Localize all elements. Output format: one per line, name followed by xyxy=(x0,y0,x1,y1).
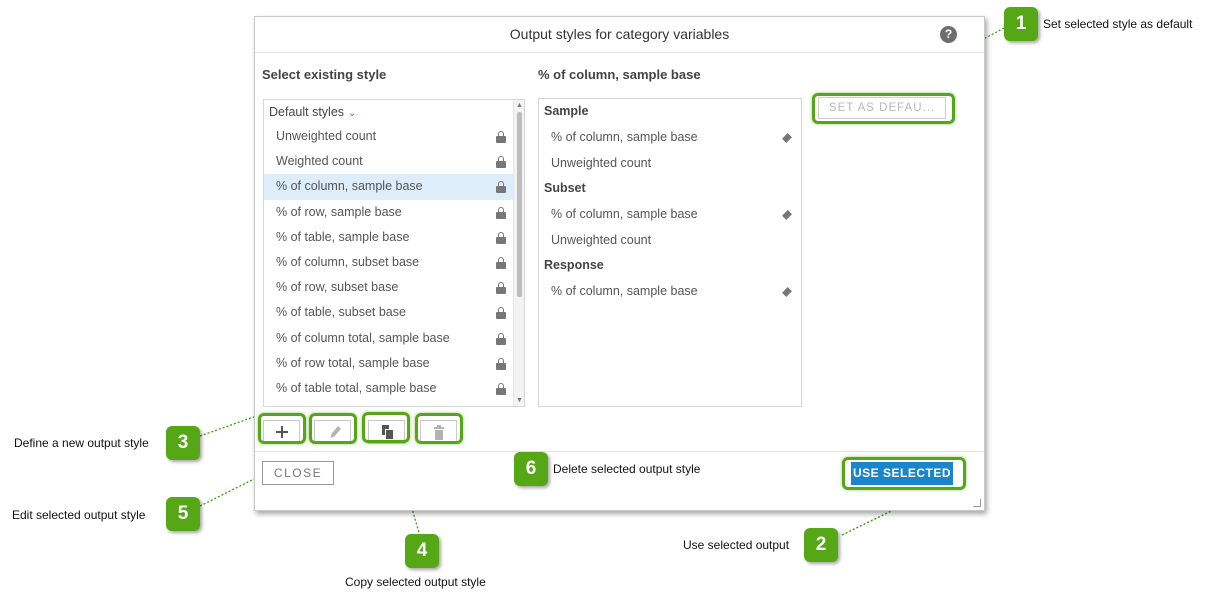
highlight-set-default xyxy=(812,93,955,124)
dialog-footer-divider xyxy=(255,451,984,452)
style-list-item-label: % of table, subset base xyxy=(276,305,406,320)
list-scrollbar[interactable]: ▲ ▼ xyxy=(513,100,524,406)
callout-text-3: Define a new output style xyxy=(14,436,149,450)
callout-badge-3: 3 xyxy=(166,426,200,460)
callout-badge-2: 2 xyxy=(804,528,838,562)
style-list-item[interactable]: % of table, sample base xyxy=(264,225,515,250)
lock-icon xyxy=(496,131,506,143)
style-list-item[interactable]: % of column, sample base xyxy=(264,174,515,200)
style-list-item-label: Weighted count xyxy=(276,154,363,169)
resize-grip-icon[interactable] xyxy=(973,499,981,507)
callout-text-2: Use selected output xyxy=(683,538,790,552)
detail-group-heading: Response xyxy=(544,258,604,272)
lock-icon xyxy=(496,307,506,320)
lock-icon xyxy=(496,156,506,169)
callout-text-6: Delete selected output style xyxy=(553,462,701,476)
lock-icon xyxy=(496,256,506,269)
detail-item: Unweighted count xyxy=(551,232,652,247)
highlight-add xyxy=(258,413,306,444)
detail-item: % of column, sample base xyxy=(551,207,698,221)
style-list-item[interactable]: Weighted count xyxy=(264,149,515,174)
style-list-item-label: % of column total, sample base xyxy=(276,330,450,345)
detail-item: % of column, sample base xyxy=(551,284,698,298)
detail-group-heading: Sample xyxy=(544,104,589,118)
style-list-item-label: % of row, subset base xyxy=(276,280,399,295)
callout-text-1: Set selected style as default xyxy=(1043,17,1193,31)
dialog-header: Output styles for category variables ? xyxy=(255,17,984,53)
lock-icon xyxy=(496,332,506,345)
scroll-up-arrow-icon[interactable]: ▲ xyxy=(514,102,524,109)
group-label: Default styles xyxy=(269,105,345,119)
callout-badge-4: 4 xyxy=(405,534,439,568)
style-list-item-label: % of row, sample base xyxy=(276,204,402,219)
style-list-item-label: % of column, subset base xyxy=(276,254,420,269)
style-list-item-label: % of row total, sample base xyxy=(276,355,430,370)
default-styles-group[interactable]: Default styles ⌄ xyxy=(269,105,356,119)
style-list-item-label: % of table, sample base xyxy=(276,229,410,244)
highlight-edit xyxy=(309,413,357,444)
selected-style-heading: % of column, sample base xyxy=(538,67,701,82)
style-list-item-label: % of column, sample base xyxy=(276,179,423,194)
diamond-marker-icon xyxy=(782,210,792,220)
close-button[interactable]: CLOSE xyxy=(262,461,334,485)
highlight-use-selected xyxy=(842,457,966,490)
style-list-item[interactable]: % of row, sample base xyxy=(264,200,515,225)
lock-icon xyxy=(496,357,506,370)
help-icon[interactable]: ? xyxy=(940,26,957,43)
lock-icon xyxy=(496,282,506,295)
style-list-item-label: Unweighted count xyxy=(276,129,377,143)
lock-icon xyxy=(496,206,506,219)
style-list-item-label: % of table total, sample base xyxy=(276,380,437,395)
lock-icon xyxy=(496,231,506,244)
chevron-down-icon[interactable]: ⌄ xyxy=(348,108,356,119)
lock-icon xyxy=(496,181,506,194)
scrollbar-thumb[interactable] xyxy=(517,112,522,297)
style-list-item[interactable]: % of table total, sample base xyxy=(264,376,515,401)
highlight-copy xyxy=(362,412,410,443)
callout-badge-6: 6 xyxy=(514,452,548,486)
callout-badge-5: 5 xyxy=(166,497,200,531)
style-detail-panel: Sample % of column, sample base Unweighted… xyxy=(538,98,802,407)
diamond-marker-icon xyxy=(782,287,792,297)
leader-line-3 xyxy=(199,413,263,437)
lock-icon xyxy=(496,382,506,395)
dialog-title: Output styles for category variables xyxy=(509,26,730,42)
scroll-down-arrow-icon[interactable]: ▼ xyxy=(514,397,524,404)
style-list-item[interactable]: % of table, subset base xyxy=(264,300,515,325)
detail-item: % of column, sample base xyxy=(551,130,698,144)
style-list-rows: Unweighted count Weighted count % of colum… xyxy=(264,124,515,401)
style-list-item[interactable]: % of column, subset base xyxy=(264,250,515,275)
callout-text-4: Copy selected output style xyxy=(345,575,486,589)
diamond-marker-icon xyxy=(782,133,792,143)
style-list-item[interactable]: % of column total, sample base xyxy=(264,326,515,351)
style-list-item[interactable]: Unweighted count xyxy=(264,124,515,149)
highlight-delete xyxy=(415,413,463,444)
select-existing-style-heading: Select existing style xyxy=(262,67,387,82)
callout-badge-1: 1 xyxy=(1004,7,1038,41)
detail-item: Unweighted count xyxy=(551,155,652,170)
style-list-item[interactable]: % of row total, sample base xyxy=(264,351,515,376)
callout-text-5: Edit selected output style xyxy=(12,508,146,522)
style-list-item[interactable]: % of row, subset base xyxy=(264,275,515,300)
style-list[interactable]: Default styles ⌄ Unweighted count Weighted… xyxy=(263,99,525,407)
detail-group-heading: Subset xyxy=(544,181,586,195)
